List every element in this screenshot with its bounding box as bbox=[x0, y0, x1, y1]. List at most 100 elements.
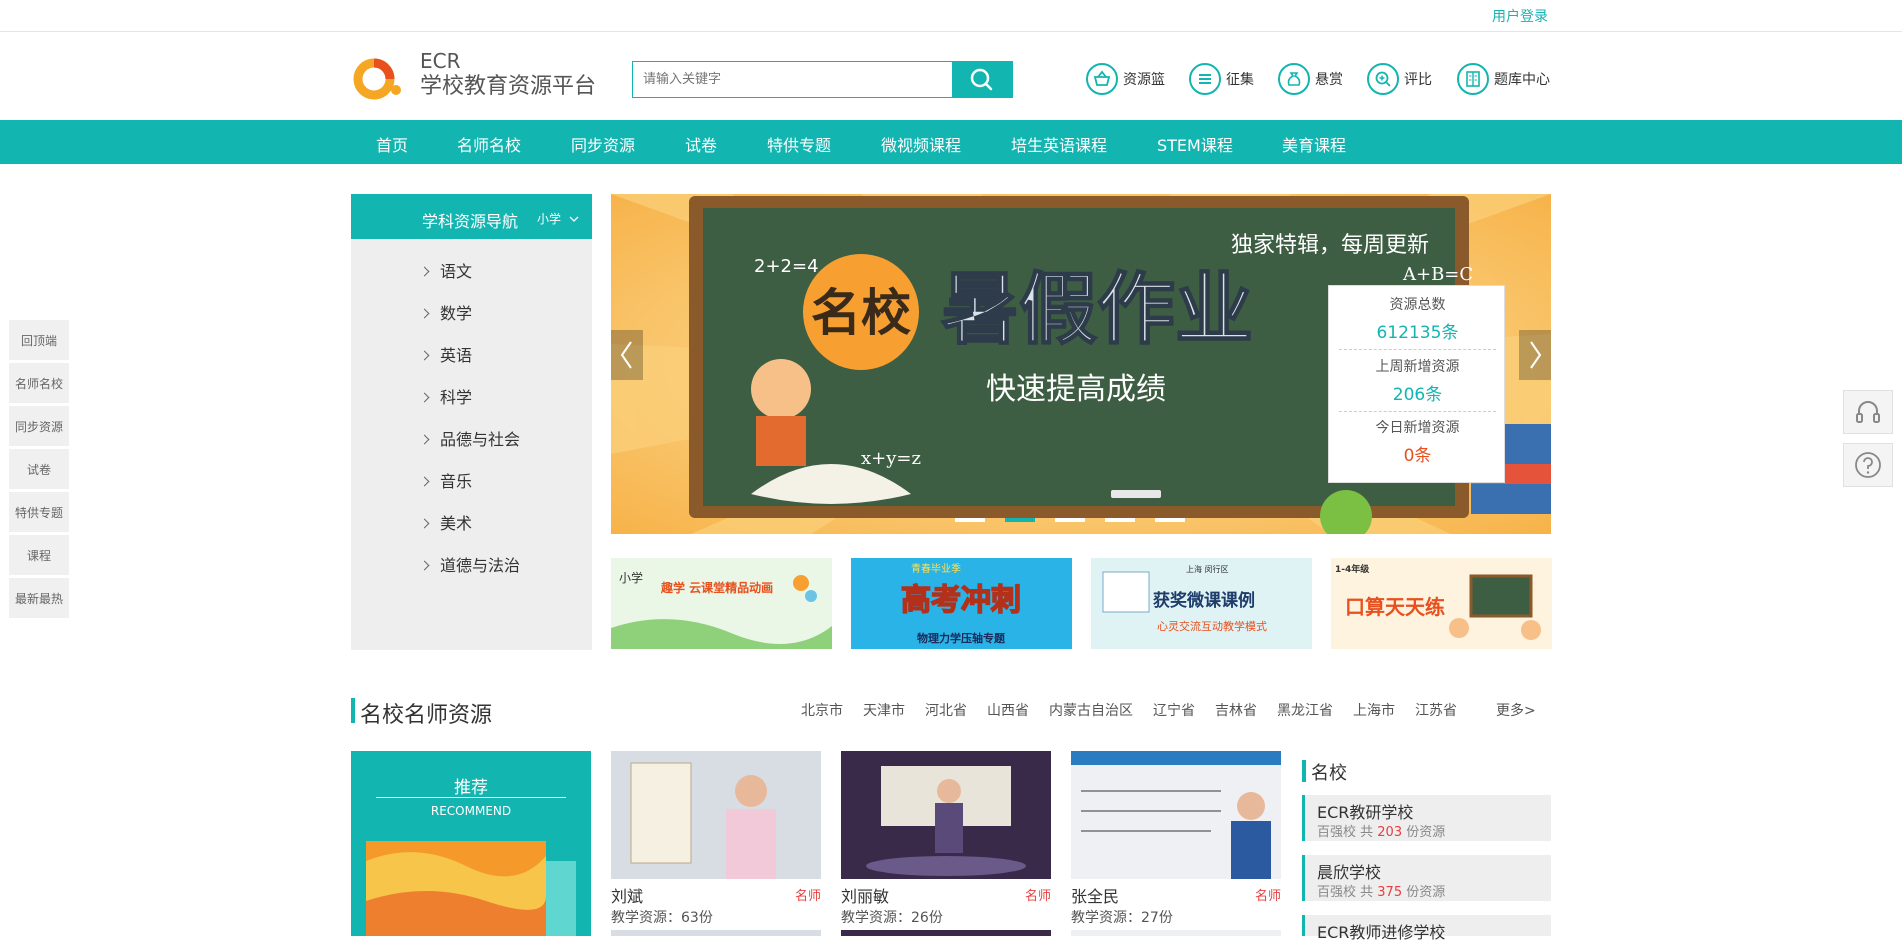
stat-value: 206条 bbox=[1392, 385, 1443, 405]
chevron-right-icon bbox=[419, 476, 430, 487]
sub-banner-exam-sprint[interactable]: 青春毕业季 高考冲刺 物理力学压轴专题 bbox=[851, 558, 1072, 649]
book-icon bbox=[1457, 63, 1489, 95]
nav-micro-video[interactable]: 微视频课程 bbox=[881, 132, 961, 156]
stat-total: 资源总数 612135条 bbox=[1329, 294, 1506, 343]
province-link[interactable]: 内蒙古自治区 bbox=[1049, 700, 1133, 720]
province-link[interactable]: 河北省 bbox=[925, 700, 967, 720]
search-input[interactable] bbox=[633, 62, 953, 97]
logo-title-name: 学校教育资源平台 bbox=[420, 74, 597, 99]
subject-chinese[interactable]: 语文 bbox=[419, 258, 472, 282]
sub-banner-tag: 上海 闵行区 bbox=[1186, 564, 1229, 574]
nav-pearson-english[interactable]: 培生英语课程 bbox=[1011, 132, 1107, 156]
search-button[interactable] bbox=[952, 62, 1012, 97]
quick-famous-teachers[interactable]: 名师名校 bbox=[9, 363, 69, 403]
teacher-card[interactable]: 刘斌 名师 教学资源：63份 bbox=[611, 751, 821, 926]
customer-service-button[interactable] bbox=[1843, 390, 1893, 434]
subject-music[interactable]: 音乐 bbox=[419, 468, 472, 492]
province-link[interactable]: 江苏省 bbox=[1415, 700, 1457, 720]
quick-exam-papers[interactable]: 试卷 bbox=[9, 449, 69, 489]
zoom-icon bbox=[1367, 63, 1399, 95]
chevron-right-icon bbox=[419, 518, 430, 529]
chevron-right-icon bbox=[419, 308, 430, 319]
sub-banner-fun-learning[interactable]: 小学 趣学 云课堂精品动画 bbox=[611, 558, 832, 649]
quick-sync-resources[interactable]: 同步资源 bbox=[9, 406, 69, 446]
nav-sync-resources[interactable]: 同步资源 bbox=[571, 132, 635, 156]
nav-special-topics[interactable]: 特供专题 bbox=[767, 132, 831, 156]
chevron-down-icon bbox=[569, 216, 579, 222]
province-link[interactable]: 天津市 bbox=[863, 700, 905, 720]
province-link[interactable]: 黑龙江省 bbox=[1277, 700, 1333, 720]
reward-link[interactable]: 悬赏 bbox=[1278, 62, 1343, 96]
banner-dot[interactable] bbox=[1155, 518, 1185, 522]
teacher-card-next-row bbox=[1071, 930, 1281, 936]
search-box bbox=[632, 61, 1013, 98]
school-item[interactable]: 晨欣学校 百强校 共 375 份资源 bbox=[1302, 855, 1551, 901]
banner-dot-active[interactable] bbox=[1005, 518, 1035, 522]
banner-prev-button[interactable] bbox=[611, 330, 643, 380]
teacher-photo bbox=[1071, 751, 1281, 879]
subject-label: 科学 bbox=[440, 388, 473, 407]
teacher-card-next-row bbox=[611, 930, 821, 936]
sub-banner-award-lessons[interactable]: 上海 闵行区 获奖微课课例 心灵交流互动教学模式 bbox=[1091, 558, 1312, 649]
subject-label: 道德与法治 bbox=[440, 556, 521, 575]
resource-basket-link[interactable]: 资源篮 bbox=[1086, 62, 1165, 96]
quick-latest-hot[interactable]: 最新最热 bbox=[9, 578, 69, 618]
question-bank-link[interactable]: 题库中心 bbox=[1457, 62, 1550, 96]
province-link[interactable]: 山西省 bbox=[987, 700, 1029, 720]
banner-dot[interactable] bbox=[1105, 518, 1135, 522]
province-link[interactable]: 上海市 bbox=[1353, 700, 1395, 720]
banner-formula-3: x+y=z bbox=[861, 448, 921, 469]
school-resource-count: 375 bbox=[1377, 885, 1403, 900]
quick-back-top[interactable]: 回顶端 bbox=[9, 320, 69, 360]
nav-arts[interactable]: 美育课程 bbox=[1282, 132, 1346, 156]
province-link[interactable]: 吉林省 bbox=[1215, 700, 1257, 720]
school-item[interactable]: ECR教研学校 百强校 共 203 份资源 bbox=[1302, 795, 1551, 841]
site-logo[interactable]: ECR 学校教育资源平台 bbox=[352, 50, 612, 102]
subject-science[interactable]: 科学 bbox=[419, 384, 473, 408]
teacher-card[interactable]: 张全民 名师 教学资源：27份 bbox=[1071, 751, 1281, 926]
subject-morality-society[interactable]: 品德与社会 bbox=[419, 426, 520, 450]
school-name: ECR教研学校 bbox=[1317, 803, 1414, 822]
sub-banner-mental-math[interactable]: 1-4年级 口算天天练 bbox=[1331, 558, 1552, 649]
compare-link[interactable]: 评比 bbox=[1367, 62, 1432, 96]
nav-famous-teachers[interactable]: 名师名校 bbox=[457, 132, 521, 156]
stat-value: 0条 bbox=[1403, 446, 1432, 466]
banner-next-button[interactable] bbox=[1519, 330, 1551, 380]
subject-math[interactable]: 数学 bbox=[419, 300, 472, 324]
level-select[interactable]: 小学 bbox=[537, 210, 579, 227]
nav-home[interactable]: 首页 bbox=[376, 132, 408, 156]
teacher-tag: 名师 bbox=[794, 889, 821, 904]
school-item[interactable]: ECR教师进修学校 bbox=[1302, 915, 1551, 942]
quick-courses[interactable]: 课程 bbox=[9, 535, 69, 575]
banner-dot[interactable] bbox=[955, 518, 985, 522]
sub-banner-mental-math-art: 1-4年级 口算天天练 bbox=[1331, 558, 1552, 649]
teacher-resource-count: 教学资源：63份 bbox=[611, 910, 713, 926]
more-provinces-link[interactable]: 更多> bbox=[1496, 700, 1536, 720]
nav-exam-papers[interactable]: 试卷 bbox=[685, 132, 717, 156]
teacher-card[interactable]: 刘丽敏 名师 教学资源：26份 bbox=[841, 751, 1051, 926]
sub-banner-title: 获奖微课课例 bbox=[1153, 590, 1255, 611]
recommend-panel[interactable]: 推荐 RECOMMEND bbox=[351, 751, 591, 936]
subject-english[interactable]: 英语 bbox=[419, 342, 473, 366]
help-button[interactable] bbox=[1843, 443, 1893, 487]
stat-divider bbox=[1339, 411, 1496, 412]
subject-label: 英语 bbox=[440, 346, 473, 365]
collect-link[interactable]: 征集 bbox=[1189, 62, 1254, 96]
chevron-right-icon bbox=[419, 392, 430, 403]
sub-banner-tag: 青春毕业季 bbox=[911, 562, 961, 575]
banner-badge-text: 名校 bbox=[811, 284, 911, 342]
school-desc: 百强校 共 203 份资源 bbox=[1317, 821, 1445, 840]
subject-ethics-law[interactable]: 道德与法治 bbox=[419, 552, 521, 576]
subject-art[interactable]: 美术 bbox=[419, 510, 472, 534]
banner-dot[interactable] bbox=[1055, 518, 1085, 522]
user-login-link[interactable]: 用户登录 bbox=[1492, 6, 1548, 26]
banner-formula-2: A+B=C bbox=[1402, 264, 1473, 285]
teacher-tag: 名师 bbox=[1254, 889, 1281, 904]
province-link[interactable]: 北京市 bbox=[801, 700, 843, 720]
nav-stem[interactable]: STEM课程 bbox=[1157, 132, 1233, 156]
quick-nav-bar: 回顶端 名师名校 同步资源 试卷 特供专题 课程 最新最热 bbox=[9, 320, 69, 621]
banner-formula-1: 2+2=4 bbox=[754, 256, 819, 277]
province-link[interactable]: 辽宁省 bbox=[1153, 700, 1195, 720]
quick-special-topics[interactable]: 特供专题 bbox=[9, 492, 69, 532]
stat-label: 上周新增资源 bbox=[1375, 359, 1460, 375]
